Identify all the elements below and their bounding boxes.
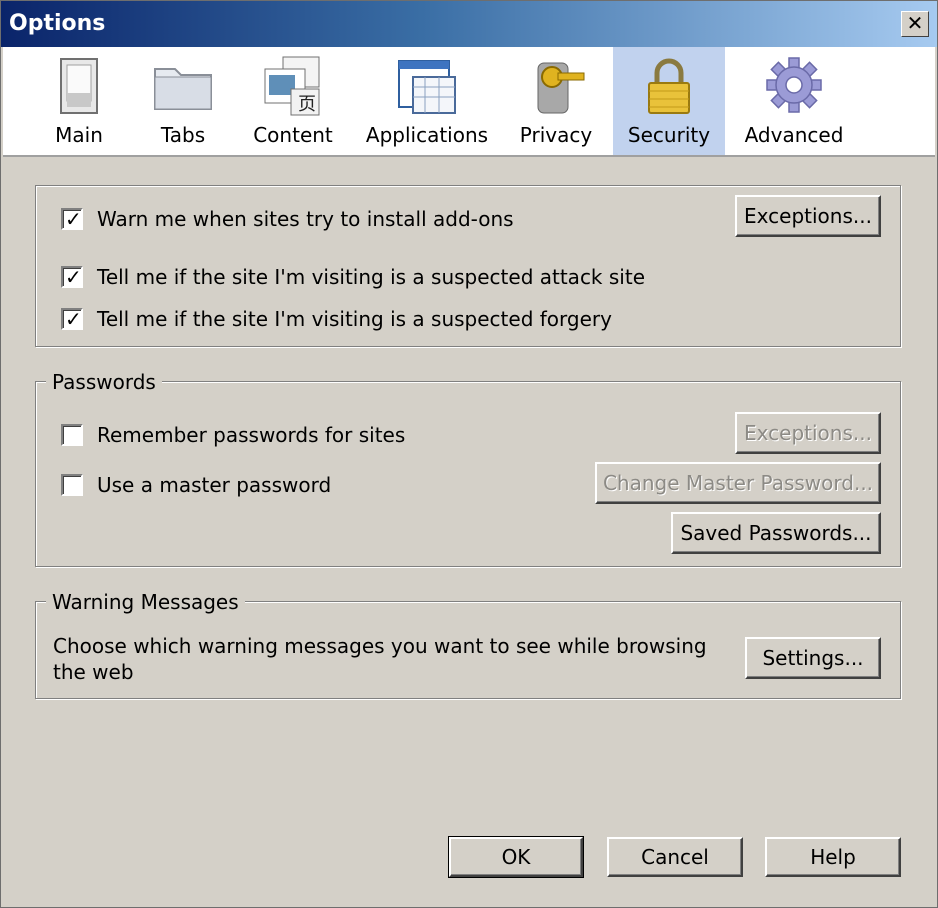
check-mark-icon: ✓ [65,207,82,231]
tab-label: Tabs [160,123,206,147]
gear-icon [766,57,822,113]
attack-site-label[interactable]: Tell me if the site I'm visiting is a su… [97,265,645,289]
addons-label[interactable]: Warn me when sites try to install add-on… [97,207,514,231]
tab-privacy[interactable]: Privacy [507,47,605,155]
tab-advanced[interactable]: Advanced [737,47,851,155]
check-mark-icon: ✓ [65,265,82,289]
warning-settings-button[interactable]: Settings... [745,637,881,679]
options-dialog: Options ✕ Main Tabs 页 Content Applicatio… [0,0,938,908]
check-mark-icon: ✓ [65,307,82,331]
options-toolbar: Main Tabs 页 Content Applications Privacy… [3,47,935,157]
cancel-button[interactable]: Cancel [607,837,743,877]
forgery-checkbox[interactable]: ✓ [61,307,83,331]
remember-passwords-label[interactable]: Remember passwords for sites [97,423,405,447]
help-button[interactable]: Help [765,837,901,877]
master-password-label[interactable]: Use a master password [97,473,331,497]
title-bar[interactable]: Options ✕ [1,1,937,47]
tab-main[interactable]: Main [33,47,125,155]
padlock-icon [648,58,690,114]
addons-exceptions-button[interactable]: Exceptions... [735,195,881,237]
tab-label: Content [253,123,333,147]
tab-tabs[interactable]: Tabs [137,47,229,155]
tab-label: Applications [365,123,489,147]
applications-icon [398,60,456,114]
ok-button[interactable]: OK [448,836,584,878]
content-icon: 页 [264,56,320,116]
folder-icon [154,68,212,110]
tab-security[interactable]: Security [613,47,725,155]
privacy-key-icon [537,62,585,114]
tab-applications[interactable]: Applications [361,47,493,155]
addons-checkbox[interactable]: ✓ [61,207,83,231]
close-button[interactable]: ✕ [901,11,929,37]
saved-passwords-button[interactable]: Saved Passwords... [671,512,881,554]
passwords-legend: Passwords [46,370,162,394]
change-master-password-button[interactable]: Change Master Password... [595,462,881,504]
tab-label: Main [55,123,103,147]
tab-label: Security [627,123,711,147]
switch-icon [60,58,98,114]
warnings-legend: Warning Messages [46,590,245,614]
svg-text:页: 页 [298,94,316,115]
forgery-label[interactable]: Tell me if the site I'm visiting is a su… [97,307,612,331]
master-password-checkbox[interactable] [61,474,83,496]
password-exceptions-button[interactable]: Exceptions... [735,412,881,454]
tab-label: Advanced [744,123,844,147]
remember-passwords-checkbox[interactable] [61,424,83,446]
warnings-description: Choose which warning messages you want t… [53,634,707,684]
tab-label: Privacy [519,123,593,147]
attack-site-checkbox[interactable]: ✓ [61,265,83,289]
window-title: Options [9,11,106,36]
tab-content[interactable]: 页 Content [241,47,345,155]
